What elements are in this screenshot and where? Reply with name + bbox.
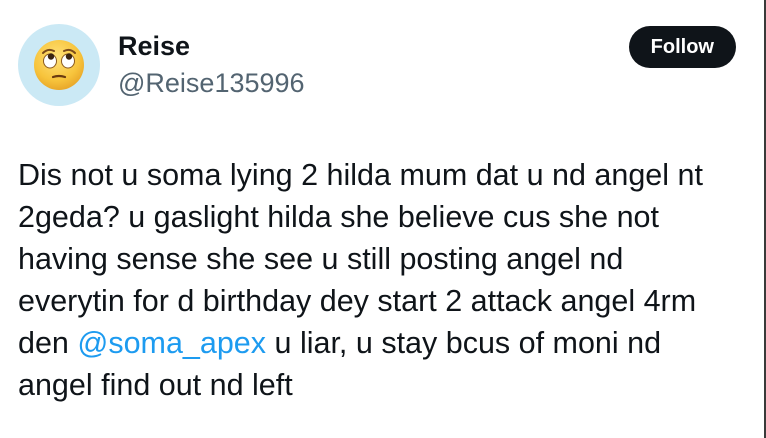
tweet-line: angel find out nd left xyxy=(18,368,293,402)
face-with-rolling-eyes-emoji-icon xyxy=(34,40,84,90)
tweet-line: 2geda? u gaslight hilda she believe cus … xyxy=(18,200,659,234)
mention-link[interactable]: @soma_apex xyxy=(77,326,266,360)
tweet-header: Reise @Reise135996 xyxy=(18,24,305,106)
tweet-card: Reise @Reise135996 Follow Dis not u soma… xyxy=(0,0,766,438)
user-names: Reise @Reise135996 xyxy=(118,30,305,100)
tweet-line: everytin for d birthday dey start 2 atta… xyxy=(18,284,697,318)
user-handle[interactable]: @Reise135996 xyxy=(118,66,305,100)
tweet-text: Dis not u soma lying 2 hilda mum dat u n… xyxy=(18,154,748,406)
follow-button[interactable]: Follow xyxy=(628,26,736,68)
tweet-line: Dis not u soma lying 2 hilda mum dat u n… xyxy=(18,158,703,192)
tweet-text-fragment: u liar, u stay bcus of moni nd xyxy=(266,326,662,360)
tweet-line: having sense she see u still posting ang… xyxy=(18,242,624,276)
tweet-line: den @soma_apex u liar, u stay bcus of mo… xyxy=(18,322,748,364)
avatar[interactable] xyxy=(18,24,100,106)
tweet-text-fragment: den xyxy=(18,326,78,360)
display-name[interactable]: Reise xyxy=(118,30,305,62)
